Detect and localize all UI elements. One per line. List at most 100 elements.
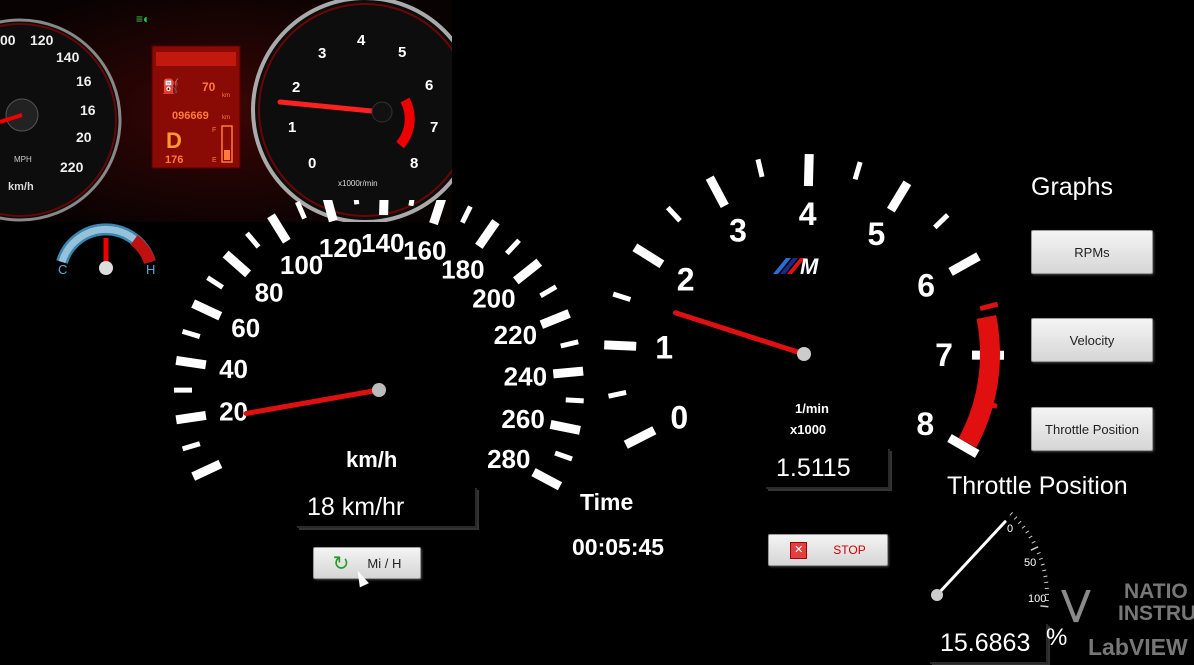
- time-label: Time: [580, 489, 634, 515]
- tachometer-tick: [979, 301, 999, 312]
- speedometer-label: 260: [501, 404, 544, 434]
- tachometer-tick: [632, 243, 665, 269]
- speedometer-tick: [429, 193, 448, 226]
- m-logo: M: [773, 254, 819, 279]
- inset-fuel-range: 70: [202, 80, 216, 94]
- svg-text:km: km: [222, 115, 230, 121]
- speedometer: 20 40 60 80 100 120 140 160 180 200 220 240 260 280 k…: [160, 184, 590, 510]
- speedometer-tick: [191, 459, 223, 481]
- throttle-scale-100: 100: [1028, 593, 1046, 605]
- speedometer-needle: [243, 387, 382, 416]
- throttle-tick: [1040, 563, 1045, 566]
- throttle-tick: [1043, 575, 1048, 578]
- throttle-scale-50: 50: [1024, 557, 1036, 569]
- throttle-tick: [1040, 605, 1049, 608]
- inset-speedo-label: 16: [80, 102, 96, 118]
- speedometer-tick: [321, 190, 338, 223]
- throttle-readout: 15.6863: [930, 624, 1048, 664]
- speedometer-tick: [539, 284, 558, 298]
- svg-text:km: km: [222, 93, 230, 99]
- rpms-graph-button[interactable]: RPMs: [1031, 230, 1153, 274]
- tachometer-tick: [604, 340, 637, 351]
- throttle-tick: [1036, 551, 1041, 555]
- inset-mph-label: MPH: [14, 155, 32, 164]
- speedometer-label: 140: [361, 228, 404, 258]
- stop-button[interactable]: ✕ STOP: [768, 534, 888, 566]
- speedometer-tick: [504, 238, 521, 256]
- speedometer-tick: [222, 250, 252, 278]
- inset-speedo-label: 220: [60, 159, 84, 175]
- throttle-gauge: 0 50 100: [920, 500, 1070, 622]
- speedometer-tick: [379, 184, 389, 216]
- speedometer-label: 280: [487, 444, 530, 474]
- speedometer-label: 160: [403, 235, 446, 265]
- fuel-pump-icon: ⛽: [162, 78, 179, 95]
- temp-cold-label: C: [58, 262, 67, 277]
- tachometer-dial: 0 123 4 5678 M 1/min x1000: [604, 153, 1005, 458]
- tachometer-tick: [665, 205, 682, 223]
- inset-speedo-label: 00: [0, 32, 16, 48]
- tachometer-tick: [623, 426, 657, 449]
- throttle-scale-0: 0: [1007, 523, 1013, 535]
- inset-odometer: 096669: [172, 110, 209, 122]
- tachometer-label: 3: [729, 213, 747, 249]
- tachometer-redline: [958, 315, 1000, 448]
- graphs-title: Graphs: [1031, 173, 1113, 201]
- temperature-gauge: C H: [50, 218, 160, 282]
- tachometer-tick: [803, 153, 814, 187]
- throttle-needle: [935, 520, 1007, 597]
- svg-text:2: 2: [292, 79, 300, 96]
- throttle-graph-button[interactable]: Throttle Position: [1031, 407, 1153, 451]
- temp-hot-label: H: [146, 262, 155, 277]
- svg-text:3: 3: [318, 45, 326, 62]
- speedometer-tick: [191, 299, 223, 321]
- svg-text:E: E: [212, 157, 217, 164]
- svg-text:F: F: [212, 127, 216, 134]
- tachometer-tick: [886, 180, 912, 213]
- svg-text:6: 6: [425, 77, 433, 94]
- inset-speedo-label: 120: [30, 32, 54, 48]
- throttle-tick: [1042, 569, 1047, 572]
- throttle-tick: [1031, 540, 1036, 544]
- throttle-tick: [1017, 520, 1022, 525]
- velocity-graph-button[interactable]: Velocity: [1031, 318, 1153, 362]
- speedometer-tick: [565, 397, 584, 404]
- tachometer-label: 6: [917, 268, 935, 304]
- ni-labview-logo: ⋁ NATIO INSTRU LabVIEW: [1062, 580, 1194, 660]
- speedometer-tick: [552, 366, 584, 379]
- throttle-tick: [1030, 546, 1039, 551]
- speedometer-label: 100: [280, 250, 323, 280]
- tach-unit-line1: 1/min: [795, 401, 829, 416]
- dashboard-photo-svg: 00 120 140 16 16 20 220 MPH km/h ≡◐ 70 k…: [0, 0, 452, 222]
- throttle-tick: [1009, 512, 1013, 516]
- speedometer-label: 20: [219, 396, 248, 426]
- tachometer-label: 7: [935, 337, 953, 373]
- tachometer-label: 5: [867, 216, 885, 252]
- tachometer-label: 2: [677, 261, 695, 297]
- tachometer-label: 4: [799, 196, 817, 232]
- tachometer-tick: [607, 389, 627, 399]
- inset-gear: D: [166, 128, 182, 153]
- inset-kmh-label: km/h: [8, 181, 34, 193]
- throttle-title: Throttle Position: [947, 472, 1128, 500]
- speedometer-tick: [460, 205, 473, 224]
- throttle-tick: [1021, 525, 1026, 529]
- unit-toggle-button[interactable]: ↻ Mi / H: [313, 547, 421, 579]
- tachometer-tick: [948, 252, 981, 276]
- tach-unit-line2: x1000: [790, 422, 826, 437]
- tachometer-tick: [705, 175, 729, 208]
- speedometer-tick: [295, 200, 307, 220]
- inset-speedo-label: 140: [56, 49, 80, 65]
- speedometer-hub: [372, 383, 386, 397]
- tachometer-tick: [612, 291, 632, 302]
- throttle-tick: [1028, 535, 1033, 539]
- tachometer-needle: [672, 310, 807, 357]
- rpm-readout: 1.5115: [766, 449, 890, 489]
- tachometer-hub: [797, 347, 811, 361]
- speedometer-tick: [513, 258, 543, 285]
- throttle-tick: [1038, 557, 1043, 560]
- speedometer-tick: [175, 410, 207, 425]
- tachometer-label: 0: [670, 400, 688, 436]
- speedometer-tick: [352, 186, 360, 205]
- speedometer-label: 200: [472, 283, 515, 313]
